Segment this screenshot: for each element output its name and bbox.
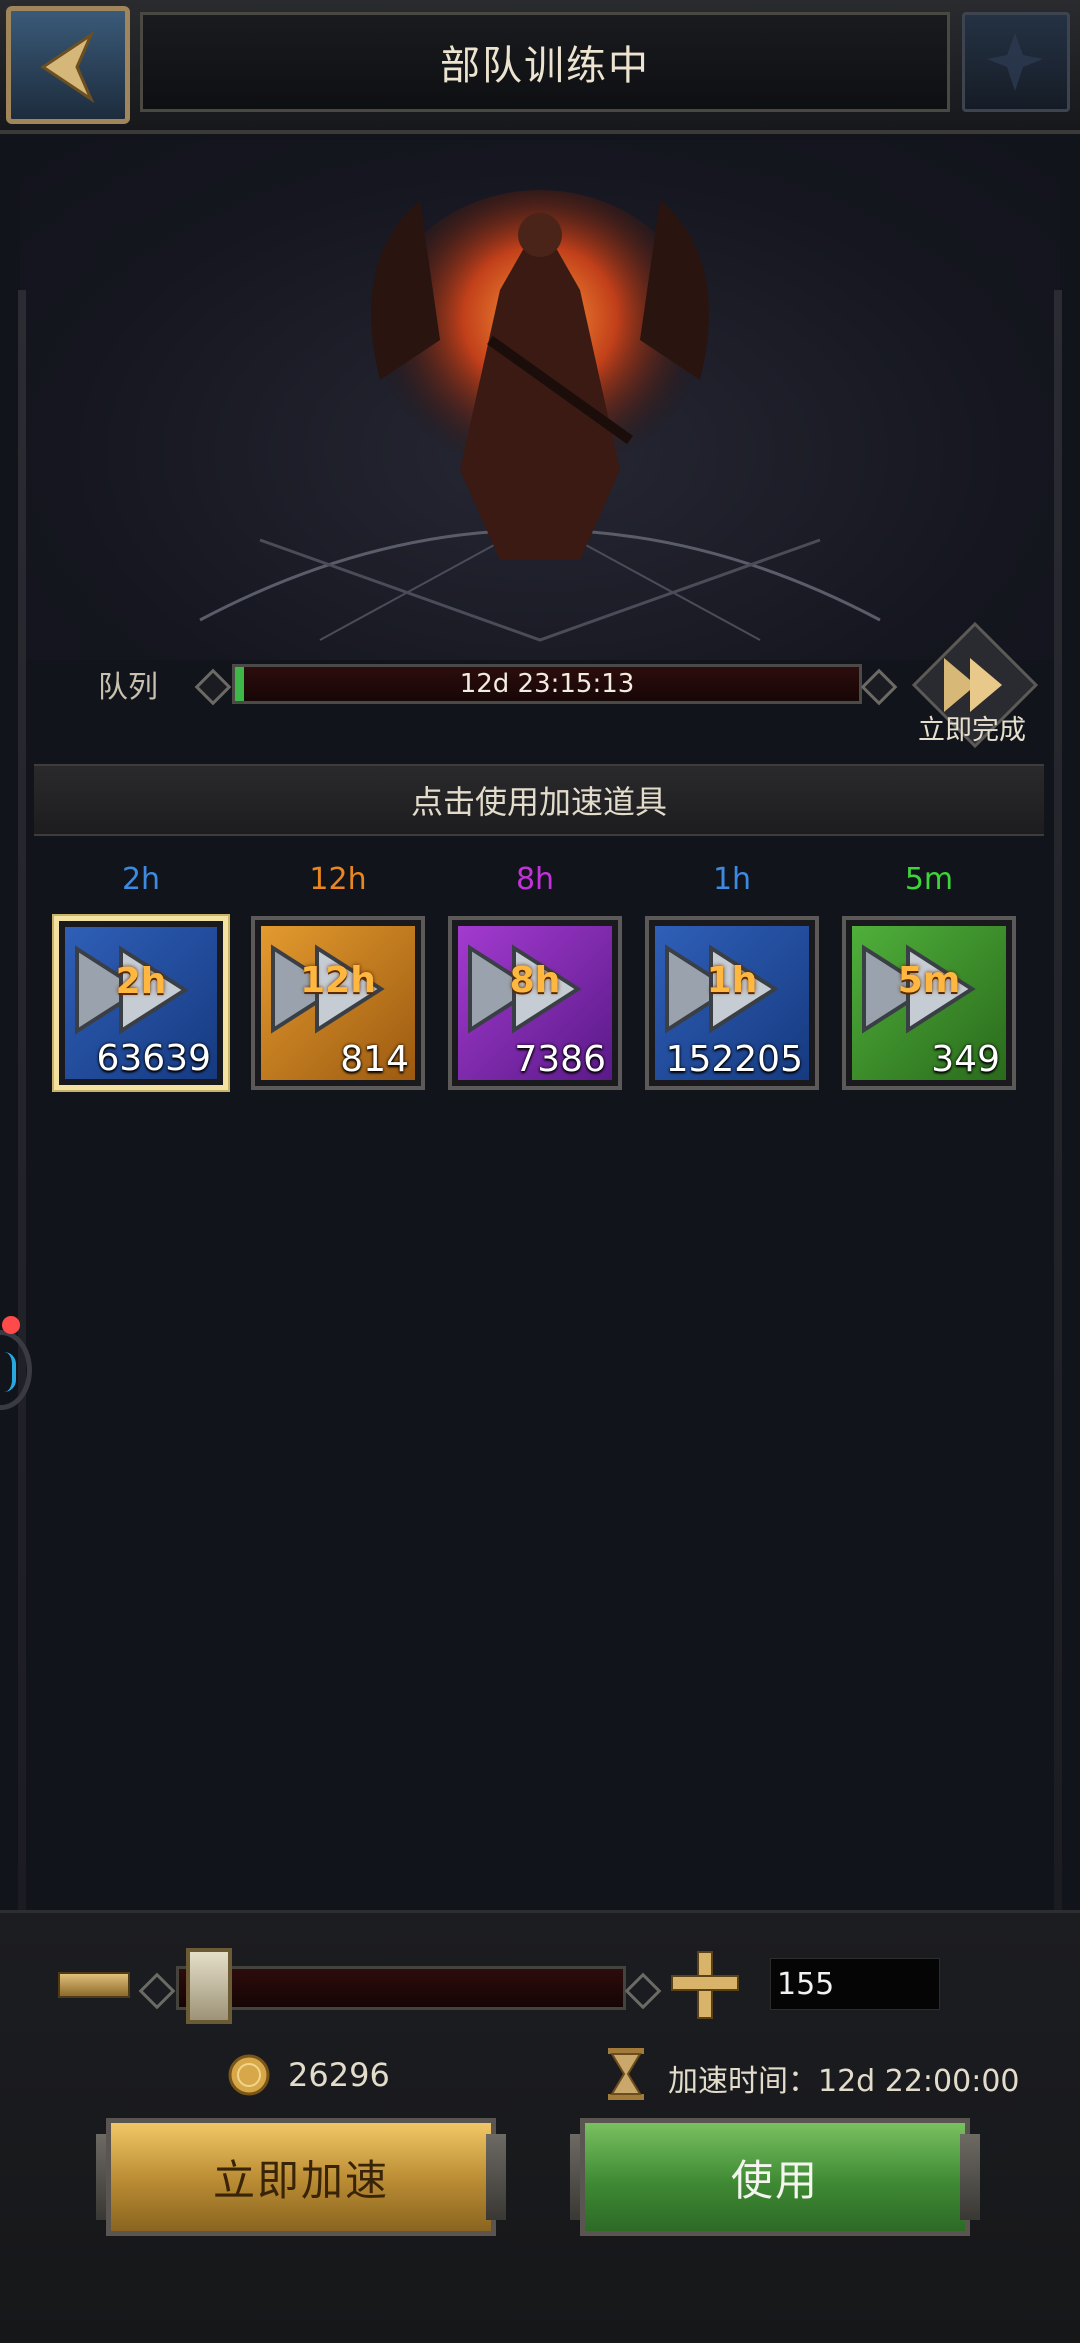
speedup-time-label: 加速时间：12d 22:00:00 [668,2064,1020,2099]
item-tag: 8h [509,960,561,1001]
button-cap [486,2134,506,2220]
use-button[interactable]: 使用 [580,2118,970,2236]
speedup-item[interactable]: 8h 7386 [448,916,622,1090]
unit-illustration [20,140,1060,660]
speedup-item[interactable]: 5m 349 [842,916,1016,1090]
hint-bar: 点击使用加速道具 [34,764,1044,836]
instant-complete-label: 立即完成 [918,715,1026,746]
item-count: 7386 [514,1039,606,1080]
training-progress-bar: 12d 23:15:13 [232,664,862,704]
item-background: 8h 7386 [458,926,612,1080]
instant-speedup-button[interactable]: 立即加速 [106,2118,496,2236]
minus-button[interactable] [58,1972,130,1998]
item-count: 349 [931,1039,1000,1080]
item-tag: 12h [300,960,376,1001]
timer-text: 12d 23:15:13 [459,669,635,699]
hourglass-icon [608,2048,644,2100]
coin-amount: 26296 [288,2056,390,2094]
diamond-ornament-icon [860,668,898,706]
item-tag: 2h [115,961,167,1002]
back-button[interactable] [6,6,130,124]
quantity-slider[interactable] [176,1966,626,2010]
speedup-item[interactable]: 2h 63639 [54,916,228,1090]
item-background: 1h 152205 [655,926,809,1080]
queue-label: 队列 [98,670,158,705]
item-tag: 1h [706,960,758,1001]
slider-handle[interactable] [185,1948,232,2024]
item-duration-label: 5m [904,862,954,897]
item-duration-label: 1h [712,862,752,897]
item-background: 2h 63639 [65,927,217,1079]
speedup-item[interactable]: 12h 814 [251,916,425,1090]
item-duration-label: 2h [121,862,161,897]
item-background: 12h 814 [261,926,415,1080]
header-bar: 部队训练中 [0,0,1080,134]
item-duration-label: 8h [515,862,555,897]
plus-button[interactable] [668,1948,742,2022]
plus-icon [671,1951,739,2019]
back-arrow-icon [40,30,95,104]
left-frame [18,290,26,1910]
item-count: 814 [340,1039,409,1080]
item-background: 5m 349 [852,926,1006,1080]
gold-coin-icon [228,2054,270,2096]
speedup-item[interactable]: 1h 152205 [645,916,819,1090]
right-frame [1054,290,1062,1910]
page-title: 部队训练中 [140,12,950,112]
item-count: 63639 [96,1038,211,1079]
item-duration-label: 12h [309,862,367,897]
side-arc-icon [4,1352,16,1392]
notification-dot-icon [2,1316,20,1334]
emblem-icon[interactable] [962,12,1070,112]
item-count: 152205 [665,1039,803,1080]
button-cap [960,2134,980,2220]
diamond-ornament-icon [194,668,232,706]
quantity-input[interactable] [770,1958,940,2010]
item-tag: 5m [897,960,961,1001]
